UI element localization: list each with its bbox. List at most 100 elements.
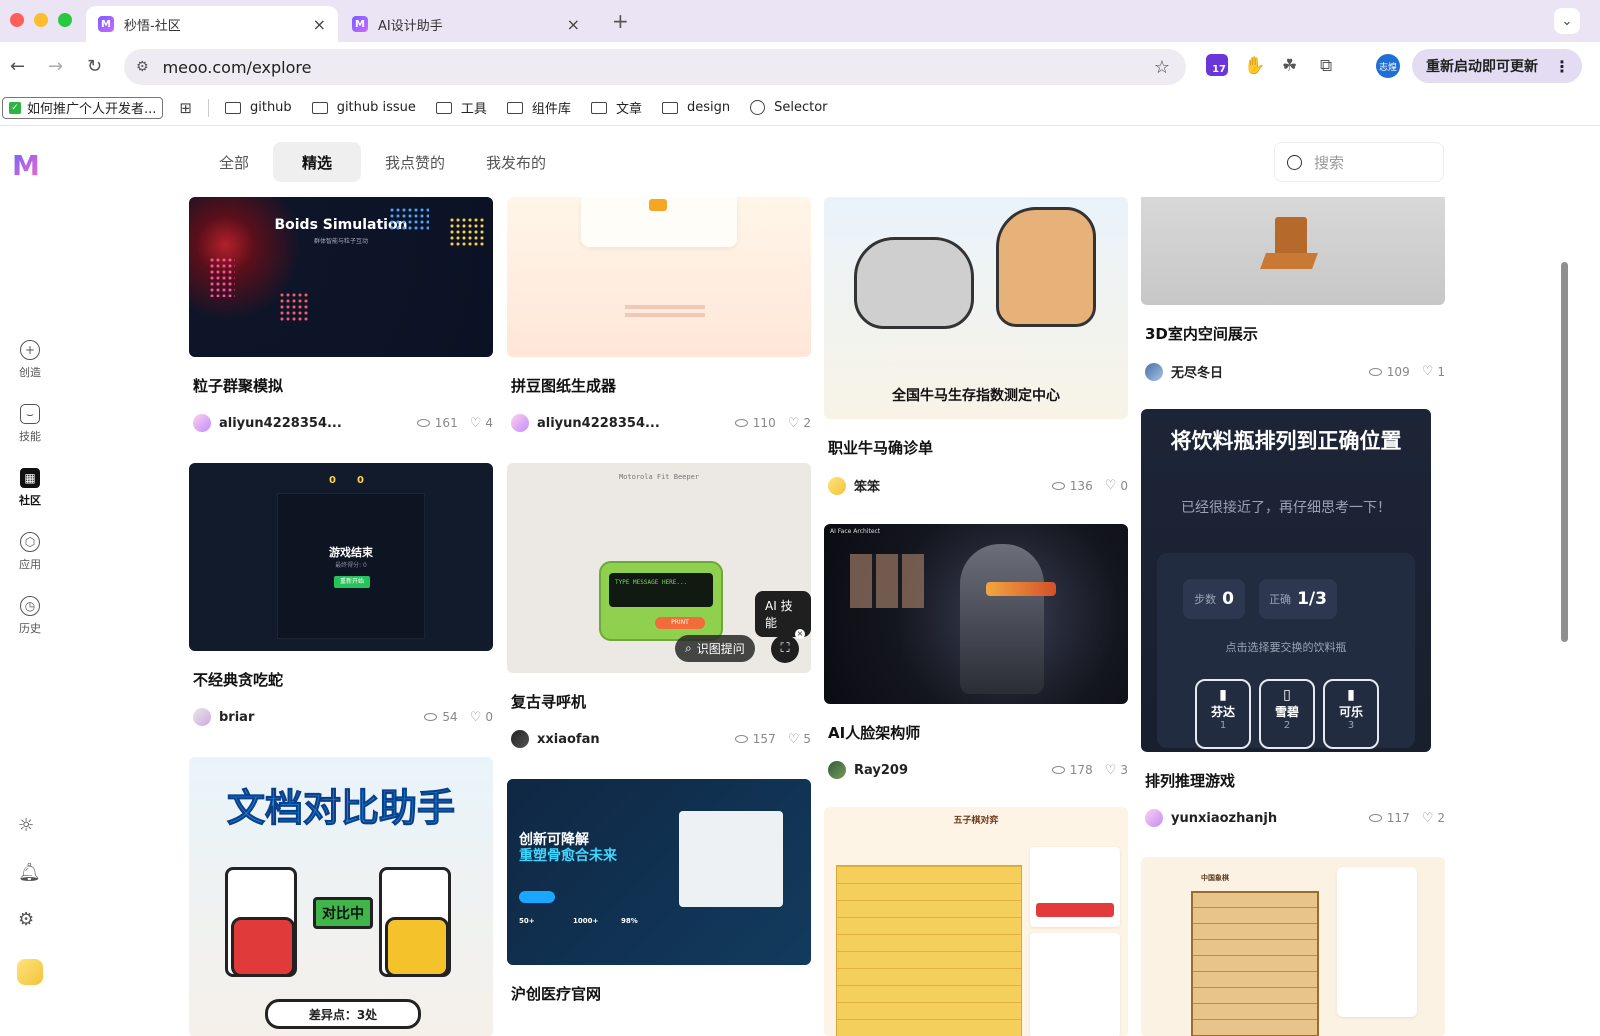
project-card[interactable]: 将饮料瓶排列到正确位置 已经很接近了，再仔细思考一下！ 步数 0 正确 1/3 … [1141,409,1445,827]
tab-all[interactable]: 全部 [202,142,266,182]
project-card[interactable]: Boids Simulation 群体智能与粒子互动 粒子群聚模拟 aliyun… [189,197,493,432]
profile-avatar[interactable]: 志煌 [1376,54,1400,78]
tab-title: AI设计助手 [378,18,443,34]
sidebar-item-skills[interactable]: ⌣ 技能 [8,404,52,444]
bookmark-folder-design[interactable]: design [661,100,730,115]
like-count[interactable]: ♡ 3 [1105,763,1128,778]
sidebar-item-community[interactable]: ▦ 社区 [8,468,52,508]
page-scrollbar[interactable] [1561,262,1568,642]
reload-icon[interactable]: ↻ [87,56,102,77]
red-banner [1036,903,1114,917]
card-thumbnail[interactable] [507,197,811,357]
like-count[interactable]: ♡ 0 [470,710,493,725]
red-jacket [231,917,295,977]
browser-tab[interactable]: M AI设计助手 × [340,6,592,42]
more-vert-icon[interactable]: ⋮ [1554,57,1570,76]
like-count-value: 4 [485,416,493,430]
new-tab-button[interactable]: + [612,9,629,33]
card-thumbnail[interactable]: 0 0 游戏结束 最终得分: 0 重新开始 [189,463,493,651]
apps-grid-icon[interactable]: ⊞ [179,99,192,117]
card-thumbnail[interactable]: AI Face Architect [824,524,1128,704]
close-window-button[interactable] [10,13,24,27]
card-author[interactable]: xxiaofan [537,732,723,747]
card-thumbnail[interactable]: Boids Simulation 群体智能与粒子互动 [189,197,493,357]
like-count[interactable]: ♡ 2 [788,416,811,431]
project-card[interactable]: AI Face Architect AI人脸架构师 Ray209 178 ♡ 3 [824,524,1128,779]
extension-hand-icon[interactable]: ✋ [1244,56,1265,76]
project-card[interactable]: 全国牛马生存指数测定中心 职业牛马确诊单 笨笨 136 ♡ 0 [824,197,1128,495]
card-thumbnail[interactable]: 中国象棋 [1141,857,1445,1036]
project-card[interactable]: Motorola Fit Beeper TYPE MESSAGE HERE...… [507,463,811,748]
extension-leaf-icon[interactable]: ☘ [1282,56,1297,76]
sun-icon[interactable]: ☼ [18,815,34,836]
image-ask-chip[interactable]: ⌕ 识图提问 [675,635,755,662]
bell-icon[interactable]: 🔔︎ [18,862,41,883]
tab-featured[interactable]: 精选 [273,142,362,182]
minimize-window-button[interactable] [34,13,48,27]
extension-badge-icon[interactable]: 17 [1206,54,1228,76]
card-thumbnail[interactable]: 五子棋对弈 [824,807,1128,1036]
project-card[interactable]: 0 0 游戏结束 最终得分: 0 重新开始 不经典贪吃蛇 briar 54 ♡ 0 [189,463,493,726]
project-card[interactable]: 中国象棋 [1141,857,1445,1036]
card-thumbnail[interactable]: 全国牛马生存指数测定中心 [824,197,1128,419]
sidebar-item-history[interactable]: ◷ 历史 [8,596,52,636]
back-arrow-icon[interactable]: ← [10,56,25,77]
gear-icon[interactable]: ⚙ [18,909,34,930]
bookmark-folder-github[interactable]: github [224,100,292,115]
card-thumbnail[interactable]: Motorola Fit Beeper TYPE MESSAGE HERE...… [507,463,811,673]
bookmark-selector[interactable]: Selector [750,100,828,115]
bookmark-folder-github-issue[interactable]: github issue [311,100,416,115]
chair-seat [1260,253,1318,269]
project-card[interactable]: 文档对比助手 对比中 差异点：3处 [189,757,493,1036]
user-avatar[interactable] [17,959,43,985]
search-input[interactable]: 搜索 [1274,142,1444,182]
like-count[interactable]: ♡ 4 [470,416,493,431]
like-count[interactable]: ♡ 0 [1105,478,1128,493]
card-title: 粒子群聚模拟 [193,377,284,395]
forward-arrow-icon[interactable]: → [48,56,63,77]
bookmark-label: 组件库 [531,102,571,117]
card-author[interactable]: aliyun4228354... [537,416,723,431]
close-icon[interactable]: × [795,629,805,639]
tab-search-chevron-icon[interactable]: ⌄ [1554,8,1580,34]
relaunch-update-button[interactable]: 重新启动即可更新 ⋮ [1412,49,1582,83]
extensions-puzzle-icon[interactable]: ⧉ [1320,56,1332,76]
like-count[interactable]: ♡ 2 [1422,811,1445,826]
maximize-window-button[interactable] [58,13,72,27]
like-count[interactable]: ♡ 5 [788,732,811,747]
card-author[interactable]: 笨笨 [854,476,1040,495]
project-card[interactable]: 3D室内空间展示 无尽冬日 109 ♡ 1 [1141,197,1445,381]
thumb-title: Boids Simulation [274,217,408,233]
bookmark-star-icon[interactable]: ☆ [1154,57,1170,78]
card-thumbnail[interactable] [1141,197,1445,305]
card-author[interactable]: Ray209 [854,763,1040,778]
sidebar-item-apps[interactable]: ⬡ 应用 [8,532,52,572]
project-card[interactable]: 五子棋对弈 [824,807,1128,1036]
card-author[interactable]: yunxiaozhanjh [1171,811,1357,826]
card-author[interactable]: aliyun4228354... [219,416,405,431]
project-card[interactable]: 拼豆图纸生成器 aliyun4228354... 110 ♡ 2 [507,197,811,432]
avatar [1145,809,1163,827]
close-tab-icon[interactable]: × [313,15,326,34]
address-bar[interactable]: ⚙ meoo.com/explore ☆ [124,49,1186,85]
project-card[interactable]: 创新可降解 重塑骨愈合未来 50+ 1000+ 98% 沪创医疗官网 [507,779,811,1004]
bookmark-first[interactable]: ✓ 如何推广个人开发者... [2,96,164,119]
card-thumbnail[interactable]: 创新可降解 重塑骨愈合未来 50+ 1000+ 98% [507,779,811,965]
meoo-logo[interactable]: M [12,149,48,182]
tab-published[interactable]: 我发布的 [469,142,563,182]
image-skill-icon[interactable]: ⛶ [771,635,799,663]
browser-tab-active[interactable]: M 秒悟-社区 × [86,6,338,42]
meoo-favicon-icon: M [352,16,368,32]
sidebar-item-create[interactable]: + 创造 [8,340,52,380]
tab-liked[interactable]: 我点赞的 [368,142,462,182]
bookmark-folder-tools[interactable]: 工具 [435,98,487,117]
card-thumbnail[interactable]: 将饮料瓶排列到正确位置 已经很接近了，再仔细思考一下！ 步数 0 正确 1/3 … [1141,409,1431,752]
bookmark-folder-articles[interactable]: 文章 [590,98,642,117]
bookmark-folder-components[interactable]: 组件库 [506,98,571,117]
like-count[interactable]: ♡ 1 [1422,364,1445,379]
card-author[interactable]: 无尽冬日 [1171,362,1357,381]
close-tab-icon[interactable]: × [567,15,580,34]
site-settings-icon[interactable]: ⚙ [136,59,149,75]
card-thumbnail[interactable]: 文档对比助手 对比中 差异点：3处 [189,757,493,1036]
card-author[interactable]: briar [219,710,412,725]
